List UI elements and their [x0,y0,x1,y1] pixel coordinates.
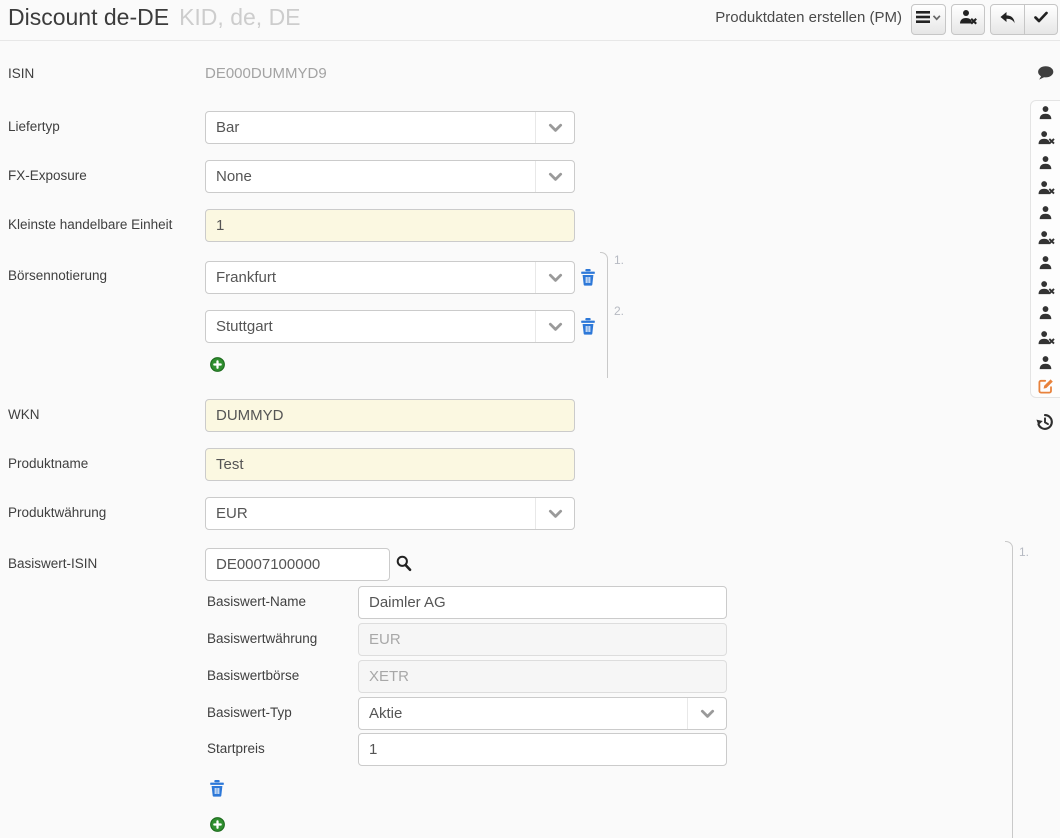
user-icon [1038,105,1053,120]
check-icon [1033,10,1049,29]
edit-icon[interactable] [1038,378,1054,394]
boersennotierung-select-2[interactable]: Stuttgart [205,310,575,343]
delete-basiswert-button[interactable] [210,780,224,797]
chevron-down-icon [535,311,574,342]
basiswert-typ-selected-value: Aktie [359,705,687,722]
produktwaehrung-label: Produktwährung [8,505,106,520]
add-basiswert-button[interactable] [210,817,225,832]
isin-value: DE000DUMMYD9 [205,65,327,82]
wkn-label: WKN [8,407,40,422]
search-icon[interactable] [396,555,412,572]
confirm-button[interactable] [1024,5,1058,34]
user-x-icon [1038,330,1055,345]
basiswert-group-bracket [1005,541,1013,838]
delete-listing-2-button[interactable] [581,318,595,335]
basiswertwaehrung-label: Basiswertwährung [207,631,317,646]
hamburger-icon [916,9,941,30]
product-subtitle: KID, de, DE [179,4,300,30]
fx-exposure-selected-value: None [206,168,535,185]
basiswert-isin-input[interactable] [205,548,390,581]
fx-exposure-select[interactable]: None [205,160,575,193]
header-divider [0,40,1060,41]
basiswertwaehrung-input [358,623,727,656]
chevron-down-icon [535,161,574,192]
basiswert-typ-select[interactable]: Aktie [358,697,727,730]
user-x-icon [959,9,978,30]
chevron-down-icon [535,262,574,293]
basiswert-isin-label: Basiswert-ISIN [8,556,97,571]
user-icon [1038,155,1053,170]
boersennotierung-select-1[interactable]: Frankfurt [205,261,575,294]
liefertyp-label: Liefertyp [8,119,60,134]
liefertyp-selected-value: Bar [206,119,535,136]
user-x-icon [1038,130,1055,145]
user-x-icon [1038,230,1055,245]
basiswertboerse-label: Basiswertbörse [207,668,299,683]
listing-index-2: 2. [614,304,624,318]
isin-label: ISIN [8,66,34,81]
user-icon [1038,355,1053,370]
produktwaehrung-selected-value: EUR [206,505,535,522]
user-icon [1038,205,1053,220]
user-x-icon [1038,180,1055,195]
produktname-label: Produktname [8,456,88,471]
user-icon [1038,255,1053,270]
kleinste-einheit-label: Kleinste handelbare Einheit [8,217,172,232]
user-icon [1038,305,1053,320]
chevron-down-icon [687,698,726,729]
user-x-icon [1038,280,1055,295]
comments-button[interactable] [1037,65,1054,82]
produktname-input[interactable] [205,448,575,481]
produktwaehrung-select[interactable]: EUR [205,497,575,530]
menu-button[interactable] [911,4,946,35]
product-title: Discount de-DE [8,4,169,30]
basiswert-name-label: Basiswert-Name [207,594,306,609]
page-title: Discount de-DE KID, de, DE [8,4,301,31]
undo-button[interactable] [991,5,1024,34]
boersennotierung-value-1: Frankfurt [206,269,535,286]
kleinste-einheit-input[interactable] [205,209,575,242]
undo-icon [999,9,1016,30]
add-listing-button[interactable] [210,357,225,372]
basiswert-index: 1. [1019,545,1029,559]
wkn-input[interactable] [205,399,575,432]
action-button-group [990,4,1058,35]
fx-exposure-label: FX-Exposure [8,168,87,183]
remove-user-button[interactable] [951,4,985,35]
delete-listing-1-button[interactable] [581,269,595,286]
product-editor-window: Discount de-DE KID, de, DE Produktdaten e… [0,0,1060,838]
history-button[interactable] [1036,413,1054,431]
basiswertboerse-input [358,660,727,693]
startpreis-input[interactable] [358,733,727,766]
listing-index-1: 1. [614,253,624,267]
liefertyp-select[interactable]: Bar [205,111,575,144]
basiswert-typ-label: Basiswert-Typ [207,705,292,720]
listing-group-bracket [600,252,608,378]
boersennotierung-value-2: Stuttgart [206,318,535,335]
chevron-down-icon [535,112,574,143]
workflow-status-label: Produktdaten erstellen (PM) [715,9,902,26]
basiswert-name-input[interactable] [358,586,727,619]
boersennotierung-label: Börsennotierung [8,268,107,283]
startpreis-label: Startpreis [207,741,265,756]
chevron-down-icon [535,498,574,529]
